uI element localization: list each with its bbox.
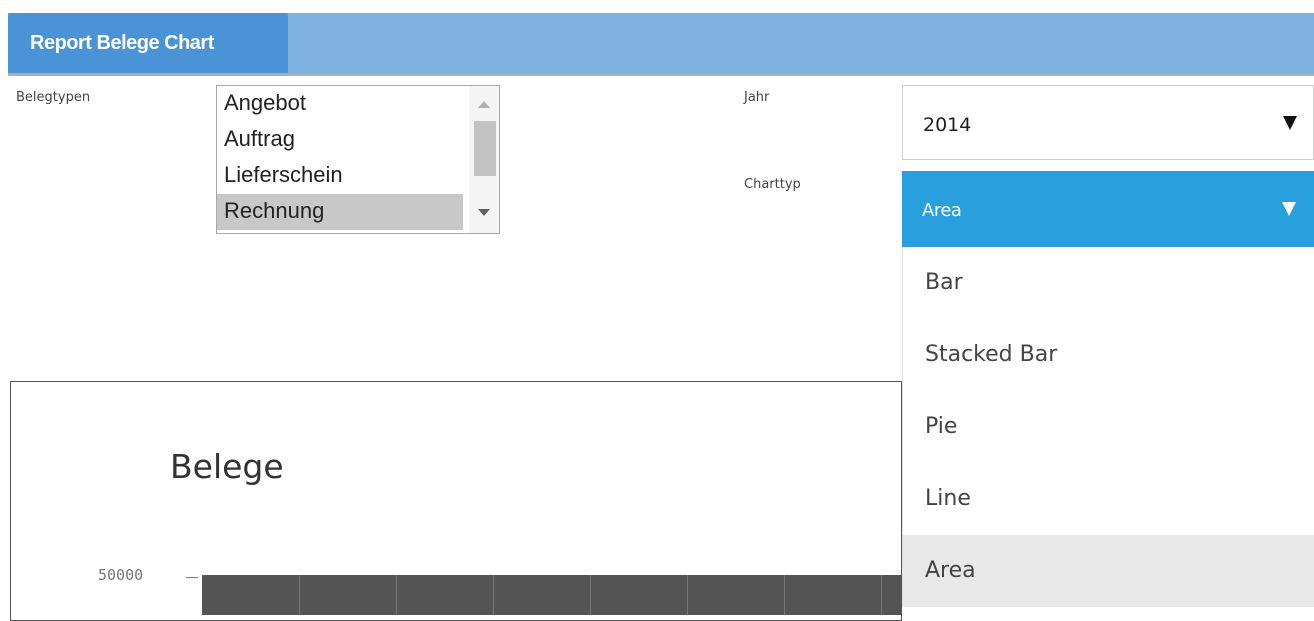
chart-title: Belege xyxy=(170,447,284,486)
list-option[interactable]: Lieferschein xyxy=(217,158,463,194)
grid-line xyxy=(396,575,397,615)
belegtypen-label: Belegtypen xyxy=(16,90,91,105)
scroll-up-icon[interactable] xyxy=(478,101,490,108)
y-axis-tick-label: 50000 xyxy=(98,566,144,584)
charttyp-select-value: Area xyxy=(922,200,962,221)
grid-line xyxy=(590,575,591,615)
charttyp-dropdown-menu: Bar Stacked Bar Pie Line Area xyxy=(902,247,1314,608)
jahr-select-value: 2014 xyxy=(923,114,972,136)
grid-line xyxy=(784,575,785,615)
dropdown-option-pie[interactable]: Pie xyxy=(903,391,1314,463)
list-option-selected[interactable]: Rechnung xyxy=(217,194,463,230)
caret-down-icon xyxy=(1283,116,1297,130)
grid-line xyxy=(493,575,494,615)
grid-line xyxy=(687,575,688,615)
scroll-down-icon[interactable] xyxy=(478,209,490,216)
dropdown-option-bar[interactable]: Bar xyxy=(903,247,1314,319)
belegtypen-listbox[interactable]: Angebot Auftrag Lieferschein Rechnung xyxy=(216,85,500,234)
jahr-select[interactable]: 2014 xyxy=(902,85,1314,160)
charttyp-label: Charttyp xyxy=(744,177,801,192)
report-tab[interactable]: Report Belege Chart xyxy=(8,13,288,73)
charttyp-select[interactable]: Area xyxy=(902,171,1314,247)
listbox-scrollbar[interactable] xyxy=(469,86,499,233)
chart-plot-area xyxy=(202,575,902,615)
list-option[interactable]: Auftrag xyxy=(217,122,463,158)
caret-down-icon xyxy=(1282,202,1296,216)
header-divider xyxy=(8,74,1314,76)
jahr-label: Jahr xyxy=(744,90,770,105)
grid-line xyxy=(299,575,300,615)
dropdown-option-line[interactable]: Line xyxy=(903,463,1314,535)
dropdown-option-stacked-bar[interactable]: Stacked Bar xyxy=(903,319,1314,391)
list-option[interactable]: Angebot xyxy=(217,86,463,122)
dropdown-option-area[interactable]: Area xyxy=(903,535,1314,607)
scroll-thumb[interactable] xyxy=(474,121,496,176)
grid-line xyxy=(881,575,882,615)
y-axis-tick xyxy=(186,577,198,578)
